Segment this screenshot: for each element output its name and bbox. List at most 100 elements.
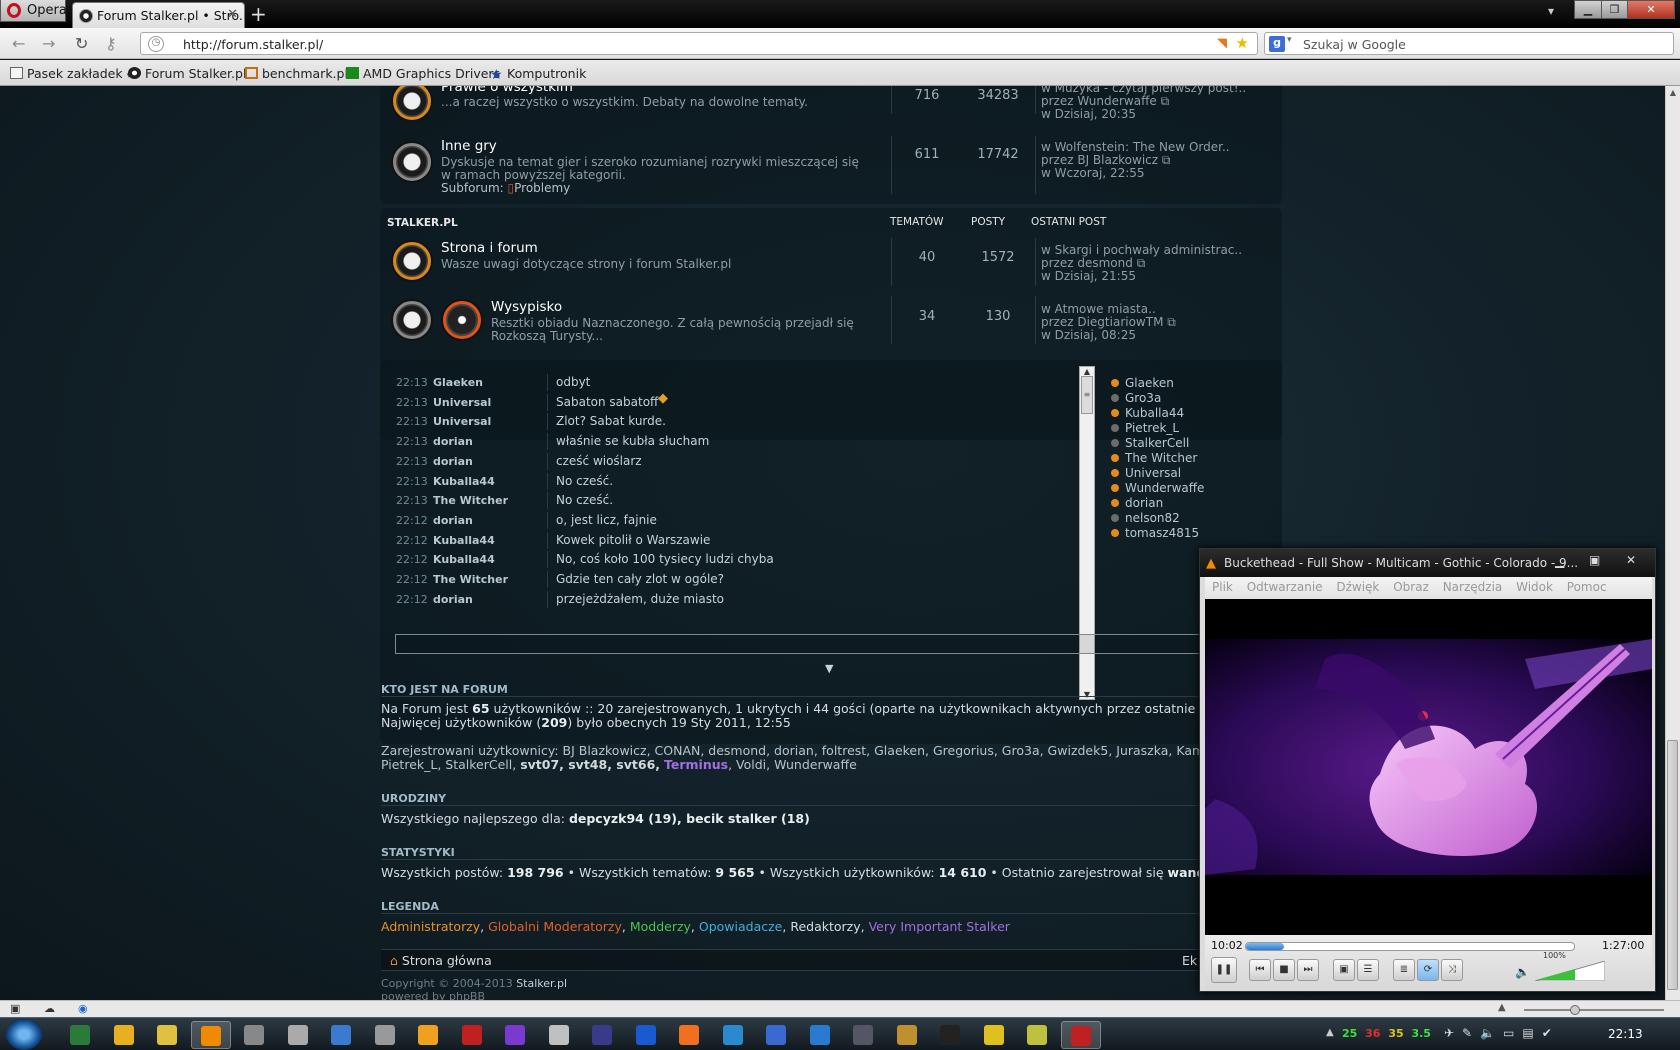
tray-icons[interactable]: ✈✎🔈▭▤✔ bbox=[1444, 1026, 1560, 1040]
subforum-link[interactable]: Problemy bbox=[514, 181, 570, 195]
vlc-close-button[interactable]: ✕ bbox=[1626, 553, 1636, 567]
taskbar-button-camera-icon[interactable] bbox=[278, 1021, 318, 1049]
bookmark-komputronik[interactable]: ★ Komputronik bbox=[490, 66, 586, 82]
vlc-pause-button[interactable]: ❚❚ bbox=[1211, 957, 1237, 983]
taskbar-button-app-icon[interactable] bbox=[60, 1021, 100, 1049]
taskbar-button-app-icon[interactable] bbox=[626, 1021, 666, 1049]
vlc-menu-audio[interactable]: Dźwięk bbox=[1336, 580, 1379, 594]
online-user[interactable]: Gro3a bbox=[1111, 391, 1261, 406]
vlc-volume-icon[interactable]: 🔈 bbox=[1515, 965, 1530, 979]
search-input[interactable]: g ▾ Szukaj w Google bbox=[1264, 32, 1674, 55]
taskbar-button-app-icon[interactable] bbox=[887, 1021, 927, 1049]
online-user[interactable]: The Witcher bbox=[1111, 451, 1261, 466]
taskbar-button-chrome-icon[interactable] bbox=[321, 1021, 361, 1049]
taskbar-button-radiation-icon[interactable] bbox=[974, 1021, 1014, 1049]
taskbar-button-h-app-icon[interactable] bbox=[452, 1021, 492, 1049]
taskbar-button-steam-icon[interactable] bbox=[843, 1021, 883, 1049]
online-user[interactable]: tomasz4815 bbox=[1111, 526, 1261, 541]
legend-group[interactable]: Opowiadacze bbox=[699, 919, 783, 934]
chat-user[interactable]: dorian bbox=[433, 455, 473, 468]
online-user[interactable]: StalkerCell bbox=[1111, 436, 1261, 451]
bookmark-benchmark[interactable]: benchmark.pl bbox=[245, 66, 348, 81]
chat-message-input[interactable] bbox=[395, 634, 1280, 654]
forward-icon[interactable]: → bbox=[42, 34, 55, 53]
vlc-fullscreen-button[interactable]: ▣ bbox=[1333, 959, 1355, 981]
vlc-loop-button[interactable]: ⟳ bbox=[1417, 959, 1439, 981]
taskbar-button-game-icon[interactable] bbox=[930, 1021, 970, 1049]
vlc-previous-button[interactable]: ⏮ bbox=[1249, 959, 1271, 981]
taskbar-button-app-icon[interactable] bbox=[713, 1021, 753, 1049]
chat-user[interactable]: Kuballa44 bbox=[433, 475, 495, 488]
forum-title[interactable]: Strona i forum bbox=[441, 240, 538, 256]
tab-list-icon[interactable]: ▾ bbox=[1548, 4, 1554, 18]
footer-right-link[interactable]: Ek bbox=[1182, 953, 1197, 968]
taskbar-button-z-app-icon[interactable] bbox=[495, 1021, 535, 1049]
vlc-title-bar[interactable]: ▲ Buckethead - Full Show - Multicam - Got… bbox=[1200, 549, 1655, 577]
bookmarks-folder[interactable]: Pasek zakładek ▾ bbox=[10, 66, 131, 81]
taskbar-button-floppy-icon[interactable] bbox=[756, 1021, 796, 1049]
chat-scroll-thumb[interactable]: ≡ bbox=[1081, 376, 1093, 414]
vlc-menu-playback[interactable]: Odtwarzanie bbox=[1247, 580, 1323, 594]
taskbar-button-app-icon[interactable] bbox=[1017, 1021, 1057, 1049]
taskbar-button-app-icon[interactable] bbox=[800, 1021, 840, 1049]
start-button[interactable] bbox=[6, 1019, 42, 1050]
bookmark-star-icon[interactable]: ★ bbox=[1236, 34, 1249, 52]
vlc-minimize-button[interactable]: ▁ bbox=[1555, 554, 1564, 568]
taskbar-button-app-icon[interactable] bbox=[408, 1021, 448, 1049]
vlc-menu-view[interactable]: Widok bbox=[1516, 580, 1553, 594]
registered-users-2[interactable]: Pietrek_L, StalkerCell, svt07, svt48, sv… bbox=[381, 757, 857, 772]
taskbar-button-folder-icon[interactable] bbox=[147, 1021, 187, 1049]
legend-group[interactable]: Globalni Moderatorzy bbox=[488, 919, 622, 934]
vlc-playlist-button[interactable]: ≣ bbox=[1393, 959, 1415, 981]
scroll-down-icon[interactable]: ▼ bbox=[1080, 690, 1094, 699]
registered-users[interactable]: Zarejestrowani użytkownicy: BJ Blazkowic… bbox=[381, 743, 1258, 758]
vlc-shuffle-button[interactable]: ⤨ bbox=[1441, 959, 1463, 981]
online-user[interactable]: Universal bbox=[1111, 466, 1261, 481]
vlc-maximize-button[interactable]: ▣ bbox=[1589, 553, 1600, 567]
chat-user[interactable]: Kuballa44 bbox=[433, 534, 495, 547]
chat-user[interactable]: Universal bbox=[433, 396, 491, 409]
online-user[interactable]: dorian bbox=[1111, 496, 1261, 511]
zoom-slider[interactable] bbox=[1524, 1005, 1664, 1015]
taskbar-button-tool-icon[interactable] bbox=[365, 1021, 405, 1049]
view-post-icon[interactable]: ⧉ bbox=[1161, 94, 1170, 108]
forum-title[interactable]: Prawie o wszystkim bbox=[441, 86, 573, 95]
online-user[interactable]: Pietrek_L bbox=[1111, 421, 1261, 436]
unite-icon[interactable]: ◉ bbox=[78, 1002, 88, 1015]
vlc-menu-video[interactable]: Obraz bbox=[1393, 580, 1429, 594]
url-input[interactable]: ◷ http://forum.stalker.pl/ ◥ ★ bbox=[140, 32, 1258, 55]
minimize-button[interactable]: ▁ bbox=[1574, 0, 1602, 19]
new-tab-button[interactable]: + bbox=[250, 2, 267, 26]
chat-user[interactable]: Kuballa44 bbox=[433, 553, 495, 566]
online-user[interactable]: Kuballa44 bbox=[1111, 406, 1261, 421]
rss-icon[interactable]: ◥ bbox=[1217, 36, 1227, 51]
tray-temps[interactable]: 25 36 35 3.5 bbox=[1342, 1027, 1431, 1040]
panel-toggle-icon[interactable]: ▣ bbox=[10, 1002, 20, 1015]
taskbar-button-opera-icon[interactable] bbox=[1060, 1021, 1101, 1049]
vlc-menu-tools[interactable]: Narzędzia bbox=[1443, 580, 1503, 594]
taskbar-button-vlc-icon[interactable] bbox=[190, 1021, 231, 1049]
vlc-video-area[interactable] bbox=[1205, 599, 1652, 935]
key-icon[interactable]: ⚷ bbox=[105, 34, 117, 53]
vlc-next-button[interactable]: ⏭ bbox=[1297, 959, 1319, 981]
reload-icon[interactable]: ↻ bbox=[75, 34, 88, 53]
vlc-volume-slider[interactable] bbox=[1535, 961, 1605, 981]
vlc-extended-settings-button[interactable]: ☰ bbox=[1357, 959, 1379, 981]
restore-button[interactable]: ❐ bbox=[1601, 0, 1628, 19]
zoom-up-icon[interactable]: ▲ bbox=[1498, 1002, 1506, 1013]
tray-expand-icon[interactable]: ▲ bbox=[1326, 1027, 1334, 1038]
legend-group[interactable]: Modderzy bbox=[630, 919, 691, 934]
turbo-icon[interactable]: ☁ bbox=[44, 1002, 55, 1015]
chevron-down-icon[interactable]: ▾ bbox=[1287, 35, 1292, 45]
vlc-stop-button[interactable]: ■ bbox=[1273, 959, 1295, 981]
powered-by[interactable]: powered by phpBB bbox=[381, 990, 485, 1000]
scroll-up-icon[interactable]: ▲ bbox=[1080, 367, 1094, 376]
tab-forum-stalker[interactable]: Forum Stalker.pl • Stro... ✕ bbox=[72, 2, 245, 28]
online-user[interactable]: Glaeken bbox=[1111, 376, 1261, 391]
taskbar-button-film-icon[interactable] bbox=[234, 1021, 274, 1049]
legend-group[interactable]: Redaktorzy bbox=[790, 919, 860, 934]
zoom-slider-thumb[interactable] bbox=[1570, 1005, 1580, 1015]
chat-user[interactable]: The Witcher bbox=[433, 494, 508, 507]
scroll-up-icon[interactable]: ▲ bbox=[1666, 88, 1680, 97]
chat-user[interactable]: The Witcher bbox=[433, 573, 508, 586]
